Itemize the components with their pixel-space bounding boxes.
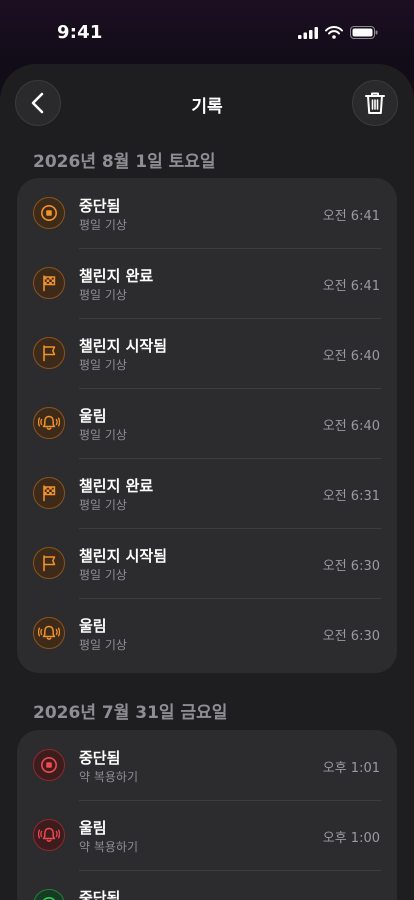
row-time: 오전 6:40	[322, 419, 380, 434]
row-subtitle: 평일 기상	[79, 428, 127, 442]
history-sheet: 기록 2026년 8월 1일 토요일 중단됨 평일 기상 오전 6:41 챌린지 완료…	[0, 64, 414, 900]
row-status-icon	[33, 889, 65, 900]
row-title: 울림	[79, 407, 107, 425]
stop-icon	[42, 897, 56, 900]
row-status-icon	[33, 407, 65, 439]
stop-icon	[41, 757, 57, 773]
flag-icon	[43, 555, 56, 572]
row-time: 오전 6:41	[322, 279, 380, 294]
row-time: 오전 6:30	[322, 559, 380, 574]
history-row[interactable]: 중단됨약 복용하기 오후 1:01	[17, 730, 397, 800]
row-status-icon	[33, 337, 65, 369]
row-time: 오전 6:40	[322, 349, 380, 364]
history-row[interactable]: 챌린지 시작됨평일 기상 오전 6:40	[17, 318, 397, 388]
row-subtitle: 평일 기상	[79, 288, 127, 302]
row-subtitle: 평일 기상	[79, 358, 127, 372]
row-title: 챌린지 완료	[79, 267, 154, 285]
delete-button[interactable]	[352, 80, 398, 126]
row-status-icon	[33, 197, 65, 229]
flag-icon	[43, 345, 56, 362]
row-time: 오전 6:30	[322, 629, 380, 644]
row-time: 오후 1:01	[322, 761, 380, 776]
status-time: 9:41	[57, 22, 103, 43]
history-row[interactable]: 챌린지 시작됨평일 기상 오전 6:30	[17, 528, 397, 598]
row-title: 울림	[79, 819, 107, 837]
row-subtitle: 약 복용하기	[79, 840, 139, 854]
row-title: 울림	[79, 617, 107, 635]
checkered-flag-icon	[43, 275, 56, 292]
row-status-icon	[33, 617, 65, 649]
ringing-bell-icon	[38, 415, 60, 430]
history-row[interactable]: 중단됨	[17, 870, 397, 900]
ringing-bell-icon	[38, 625, 60, 640]
row-title: 챌린지 완료	[79, 477, 154, 495]
history-row[interactable]: 울림평일 기상 오전 6:30	[17, 598, 397, 668]
row-time: 오전 6:31	[322, 489, 380, 504]
status-icons	[298, 26, 378, 39]
row-subtitle: 평일 기상	[79, 568, 127, 582]
ringing-bell-icon	[38, 827, 60, 842]
history-card: 중단됨 약 복용하기 오후 1:01 울림 약 복용하기 오후 1:00 중단됨	[17, 730, 397, 900]
row-time: 오전 6:41	[322, 209, 380, 224]
history-card: 중단됨 평일 기상 오전 6:41 챌린지 완료 평일 기상 오전 6:41 챌린지 시작됨…	[17, 178, 397, 673]
row-status-icon	[33, 267, 65, 299]
checkered-flag-icon	[43, 485, 56, 502]
row-title: 챌린지 시작됨	[79, 337, 168, 355]
row-title: 중단됨	[79, 889, 121, 900]
history-row[interactable]: 울림평일 기상 오전 6:40	[17, 388, 397, 458]
wifi-icon	[325, 26, 343, 39]
history-row[interactable]: 챌린지 완료평일 기상 오전 6:31	[17, 458, 397, 528]
status-bar: 9:41	[0, 0, 414, 60]
row-status-icon	[33, 819, 65, 851]
row-title: 중단됨	[79, 749, 121, 767]
section-date: 2026년 8월 1일 토요일	[33, 152, 216, 172]
row-status-icon	[33, 547, 65, 579]
stop-icon	[41, 205, 57, 221]
row-subtitle: 평일 기상	[79, 218, 127, 232]
row-subtitle: 평일 기상	[79, 498, 127, 512]
row-status-icon	[33, 749, 65, 781]
history-row[interactable]: 중단됨평일 기상 오전 6:41	[17, 178, 397, 248]
battery-icon	[350, 26, 378, 39]
row-title: 챌린지 시작됨	[79, 547, 168, 565]
row-status-icon	[33, 477, 65, 509]
history-row[interactable]: 울림약 복용하기 오후 1:00	[17, 800, 397, 870]
row-subtitle: 평일 기상	[79, 638, 127, 652]
row-title: 중단됨	[79, 197, 121, 215]
row-time: 오후 1:00	[322, 831, 380, 846]
cellular-signal-icon	[298, 26, 318, 39]
section-date: 2026년 7월 31일 금요일	[33, 703, 228, 723]
history-row[interactable]: 챌린지 완료평일 기상 오전 6:41	[17, 248, 397, 318]
row-subtitle: 약 복용하기	[79, 770, 139, 784]
trash-icon	[365, 92, 385, 114]
